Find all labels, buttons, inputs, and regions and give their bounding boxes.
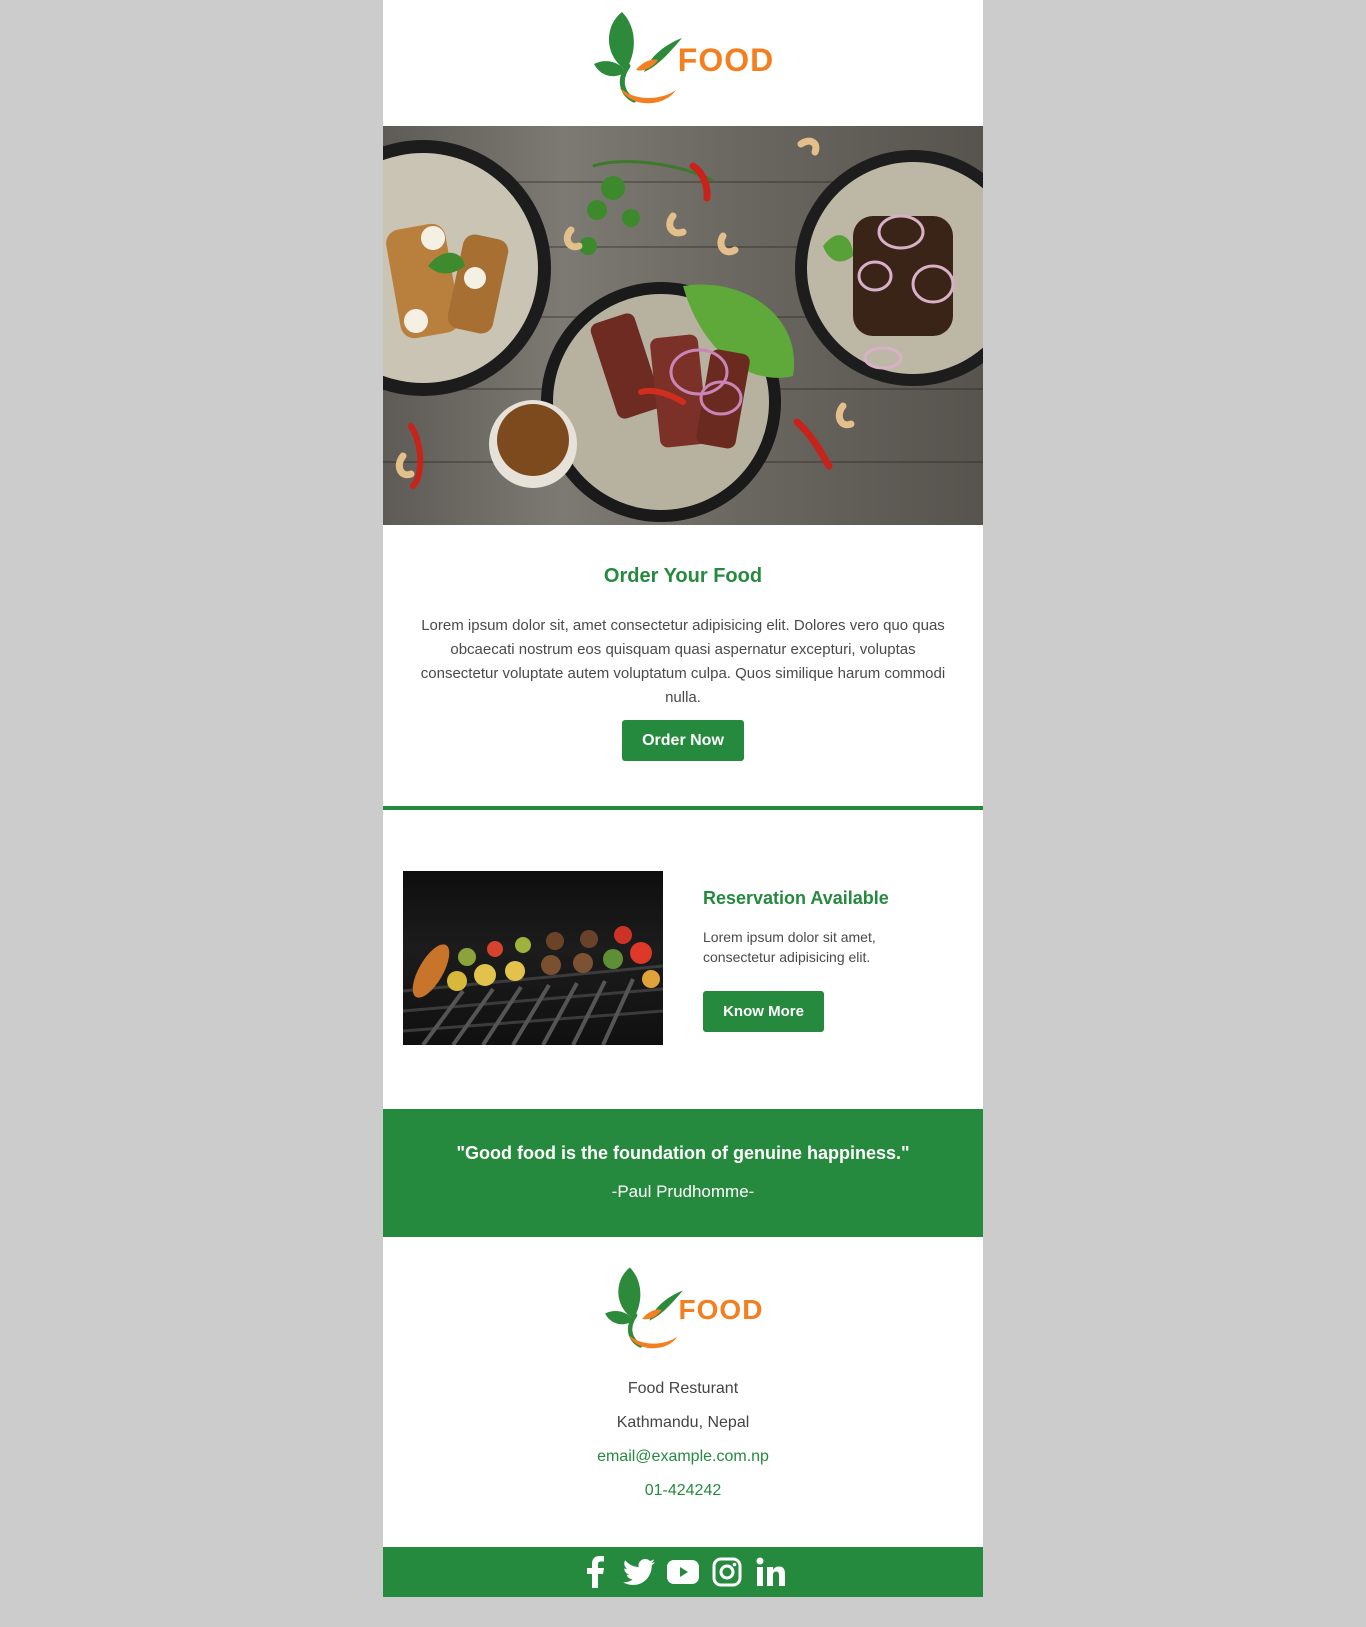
order-now-button[interactable]: Order Now	[622, 720, 744, 761]
social-bar	[383, 1547, 983, 1597]
reservation-title: Reservation Available	[703, 888, 889, 908]
twitter-icon[interactable]	[623, 1556, 655, 1588]
footer-logo-wrap: FOOD	[383, 1264, 983, 1356]
food-plates-illustration	[383, 137, 983, 522]
footer-address: Kathmandu, Nepal	[616, 1414, 750, 1431]
grill-skewers-illustration	[403, 926, 663, 1045]
footer-email-link[interactable]: email@example.com.np	[383, 1448, 983, 1466]
quote-text: "Good food is the foundation of genuine …	[456, 1143, 910, 1163]
order-description: Lorem ipsum dolor sit, amet consectetur …	[420, 617, 946, 706]
footer-logo[interactable]: FOOD	[603, 1264, 764, 1356]
order-title: Order Your Food	[603, 565, 763, 587]
facebook-icon[interactable]	[579, 1556, 611, 1588]
email-container: FOOD Order Your Food Lorem ipsum dolor s…	[383, 0, 983, 1597]
footer-logo-text: FOOD	[678, 1294, 764, 1325]
youtube-icon[interactable]	[667, 1556, 699, 1588]
footer-phone-link[interactable]: 01-424242	[383, 1482, 983, 1500]
instagram-icon[interactable]	[711, 1556, 743, 1588]
header-logo-wrap: FOOD	[383, 8, 983, 112]
quote-band: "Good food is the foundation of genuine …	[383, 1109, 983, 1237]
linkedin-icon[interactable]	[755, 1556, 787, 1588]
hero-food-image	[383, 126, 983, 525]
know-more-button[interactable]: Know More	[703, 991, 824, 1032]
reservation-description: Lorem ipsum dolor sit amet, consectetur …	[703, 929, 876, 965]
section-divider	[383, 806, 983, 810]
grill-skewers-image	[403, 871, 663, 1045]
footer-restaurant-name: Food Resturant	[627, 1380, 739, 1397]
leaf-logo-icon	[604, 1267, 683, 1349]
header-logo[interactable]: FOOD	[592, 8, 774, 112]
header-logo-text: FOOD	[677, 41, 775, 78]
leaf-logo-icon	[593, 12, 682, 104]
quote-author: -Paul Prudhomme-	[611, 1182, 755, 1201]
